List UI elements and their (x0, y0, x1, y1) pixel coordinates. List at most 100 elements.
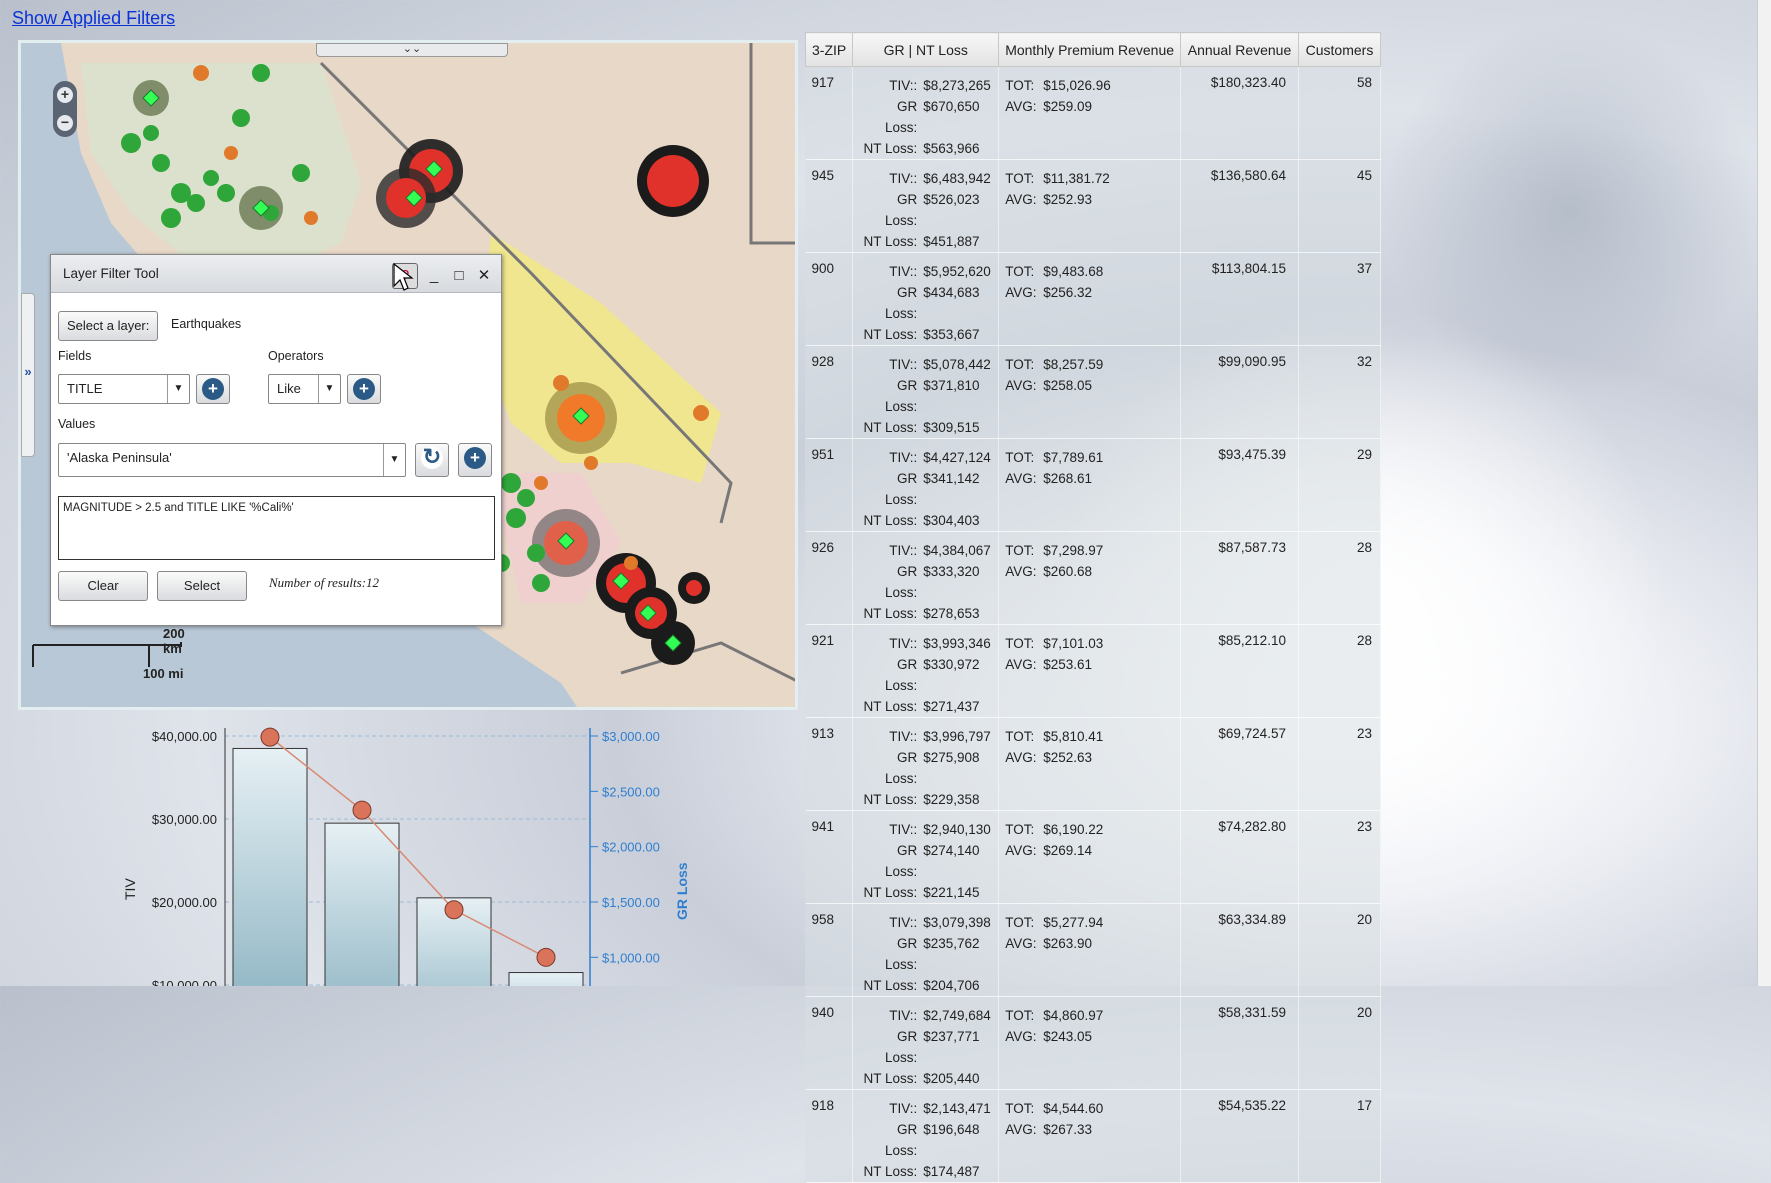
tiv-value: $2,749,684 (923, 1008, 991, 1023)
select-layer-button[interactable]: Select a layer: (58, 311, 159, 341)
column-header-customers[interactable]: Customers (1297, 32, 1382, 67)
premium-cell: TOT: $5,277.94 AVG: $263.90 (998, 903, 1182, 997)
gr-loss-value: $274,140 (923, 843, 980, 858)
gr-loss-value: $371,810 (923, 378, 980, 393)
gr-loss-label: GR Loss: (884, 1122, 918, 1158)
nt-loss-label: NT Loss: (863, 885, 918, 900)
gr-loss-label: GR Loss: (884, 285, 918, 321)
column-header-premium[interactable]: Monthly Premium Revenue (998, 32, 1182, 67)
maximize-icon[interactable]: □ (450, 267, 468, 285)
zip-cell: 941 (805, 810, 854, 904)
tiv-value: $3,079,398 (923, 915, 991, 930)
clear-button[interactable]: Clear (58, 571, 148, 601)
loss-cell: TIV:: $4,384,067 GR Loss: $333,320 NT Loss: $… (852, 531, 1000, 625)
nt-loss-value: $451,887 (923, 234, 980, 249)
tiv-label: TIV:: (889, 636, 918, 651)
nt-loss-value: $304,403 (923, 513, 980, 528)
page-scrollbar[interactable] (1757, 0, 1771, 986)
table-row[interactable]: 945 TIV:: $6,483,942 GR Loss: $526,023 NT Los… (805, 159, 1382, 253)
nt-loss-value: $174,487 (923, 1164, 980, 1179)
show-applied-filters-link[interactable]: Show Applied Filters (12, 8, 175, 29)
tiv-value: $5,952,620 (923, 264, 991, 279)
annual-revenue-cell: $113,804.15 (1180, 252, 1299, 346)
layer-name-label: Earthquakes (171, 317, 242, 331)
tiv-value: $3,996,797 (923, 729, 991, 744)
table-row[interactable]: 900 TIV:: $5,952,620 GR Loss: $434,683 NT Los… (805, 252, 1382, 346)
nt-loss-label: NT Loss: (863, 513, 918, 528)
table-row[interactable]: 928 TIV:: $5,078,442 GR Loss: $371,810 NT Los… (805, 345, 1382, 439)
tiv-value: $2,940,130 (923, 822, 991, 837)
map-side-expand-handle[interactable]: » (21, 293, 35, 457)
premium-cell: TOT: $7,298.97 AVG: $260.68 (998, 531, 1182, 625)
annual-revenue-cell: $87,587.73 (1180, 531, 1299, 625)
add-operator-button[interactable]: + (347, 374, 381, 404)
y-tick-label: $30,000.00 (152, 812, 217, 827)
table-row[interactable]: 951 TIV:: $4,427,124 GR Loss: $341,142 NT Los… (805, 438, 1382, 532)
table-row[interactable]: 958 TIV:: $3,079,398 GR Loss: $235,762 NT Los… (805, 903, 1382, 997)
customers-cell: 17 (1298, 1089, 1382, 1183)
fields-label: Fields (58, 349, 92, 363)
values-select[interactable]: 'Alaska Peninsula' ▼ (58, 443, 406, 477)
table-row[interactable]: 926 TIV:: $4,384,067 GR Loss: $333,320 NT Los… (805, 531, 1382, 625)
customers-cell: 29 (1298, 438, 1382, 532)
add-field-button[interactable]: + (196, 374, 230, 404)
column-header-annual-revenue[interactable]: Annual Revenue (1180, 32, 1299, 67)
customers-cell: 58 (1298, 66, 1382, 160)
avg-label: AVG: (1005, 99, 1037, 114)
table-row[interactable]: 921 TIV:: $3,993,346 GR Loss: $330,972 NT Los… (805, 624, 1382, 718)
minimize-icon[interactable]: _ (425, 267, 443, 285)
column-header-zip[interactable]: 3-ZIP (804, 32, 854, 67)
operators-select[interactable]: Like ▼ (268, 374, 341, 404)
tiv-label: TIV:: (889, 171, 918, 186)
gr-loss-point (260, 727, 280, 747)
table-row[interactable]: 917 TIV:: $8,273,265 GR Loss: $670,650 NT Los… (805, 66, 1382, 160)
add-value-button[interactable]: + (458, 443, 492, 477)
gr-loss-point (444, 900, 464, 920)
zip-cell: 958 (805, 903, 854, 997)
table-row[interactable]: 918 TIV:: $2,143,471 GR Loss: $196,648 NT Los… (805, 1089, 1382, 1183)
table-row[interactable]: 913 TIV:: $3,996,797 GR Loss: $275,908 NT Los… (805, 717, 1382, 811)
refresh-values-button[interactable]: ↻ (415, 443, 449, 477)
customers-cell: 45 (1298, 159, 1382, 253)
zoom-out-button[interactable]: − (57, 115, 73, 131)
zip-cell: 918 (805, 1089, 854, 1183)
zoom-in-button[interactable]: + (57, 87, 73, 103)
customers-cell: 28 (1298, 624, 1382, 718)
premium-cell: TOT: $8,257.59 AVG: $258.05 (998, 345, 1182, 439)
select-button[interactable]: Select (157, 571, 247, 601)
zip-cell: 945 (805, 159, 854, 253)
close-icon[interactable]: ✕ (475, 267, 493, 285)
tot-label: TOT: (1005, 450, 1035, 465)
tiv-label: TIV:: (889, 1101, 918, 1116)
column-header-loss[interactable]: GR | NT Loss (852, 32, 1000, 67)
avg-label: AVG: (1005, 657, 1037, 672)
tiv-label: TIV:: (889, 78, 918, 93)
query-textarea[interactable]: MAGNITUDE > 2.5 and TITLE LIKE '%Cali%' (58, 496, 495, 560)
loss-cell: TIV:: $8,273,265 GR Loss: $670,650 NT Loss: $… (852, 66, 1000, 160)
tot-value: $6,190.22 (1043, 822, 1104, 837)
tiv-value: $5,078,442 (923, 357, 991, 372)
nt-loss-label: NT Loss: (863, 1164, 918, 1179)
annual-revenue-cell: $136,580.64 (1180, 159, 1299, 253)
nt-loss-label: NT Loss: (863, 606, 918, 621)
tot-value: $9,483.68 (1043, 264, 1104, 279)
avg-label: AVG: (1005, 1029, 1037, 1044)
tiv-value: $8,273,265 (923, 78, 991, 93)
fields-select[interactable]: TITLE ▼ (58, 374, 190, 404)
loss-cell: TIV:: $2,940,130 GR Loss: $274,140 NT Loss: $… (852, 810, 1000, 904)
avg-value: $263.90 (1043, 936, 1092, 951)
nt-loss-value: $353,667 (923, 327, 980, 342)
zip-cell: 951 (805, 438, 854, 532)
map-top-collapse-handle[interactable]: ⌄⌄ (316, 43, 508, 57)
avg-value: $267.33 (1043, 1122, 1092, 1137)
tot-label: TOT: (1005, 1008, 1035, 1023)
tiv-value: $6,483,942 (923, 171, 991, 186)
table-row[interactable]: 940 TIV:: $2,749,684 GR Loss: $237,771 NT Los… (805, 996, 1382, 1090)
y-tick-label: $10,000.00 (152, 978, 217, 986)
table-row[interactable]: 941 TIV:: $2,940,130 GR Loss: $274,140 NT Los… (805, 810, 1382, 904)
filter-tool-titlebar[interactable]: Layer Filter Tool ? _ □ ✕ (51, 255, 501, 293)
y-axis-label: TIV (122, 878, 138, 900)
nt-loss-label: NT Loss: (863, 792, 918, 807)
filter-tool-title: Layer Filter Tool (63, 266, 159, 281)
premium-cell: TOT: $5,810.41 AVG: $252.63 (998, 717, 1182, 811)
